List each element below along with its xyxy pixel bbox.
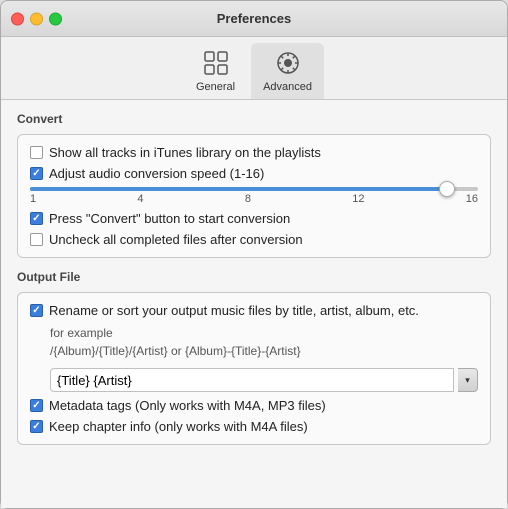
show-tracks-checkbox[interactable] xyxy=(30,146,43,159)
rename-sort-checkbox[interactable] xyxy=(30,304,43,317)
output-section-title: Output File xyxy=(17,270,491,286)
traffic-lights xyxy=(11,12,62,25)
maximize-button[interactable] xyxy=(49,12,62,25)
general-tab-label: General xyxy=(196,81,235,93)
convert-section-title: Convert xyxy=(17,112,491,128)
rename-sort-label: Rename or sort your output music files b… xyxy=(49,303,419,318)
chapter-info-label: Keep chapter info (only works with M4A f… xyxy=(49,419,308,434)
convert-section: Convert Show all tracks in iTunes librar… xyxy=(17,112,491,258)
chapter-info-row: Keep chapter info (only works with M4A f… xyxy=(30,419,478,434)
adjust-speed-row: Adjust audio conversion speed (1-16) xyxy=(30,166,478,181)
press-convert-checkbox[interactable] xyxy=(30,212,43,225)
adjust-speed-label: Adjust audio conversion speed (1-16) xyxy=(49,166,264,181)
speed-slider-section: 1 4 8 12 16 xyxy=(30,187,478,205)
template-input[interactable] xyxy=(50,368,454,392)
example-template-text: /{Album}/{Title}/{Artist} or {Album}-{Ti… xyxy=(50,344,301,358)
example-label: for example /{Album}/{Title}/{Artist} or… xyxy=(50,324,478,360)
metadata-checkbox[interactable] xyxy=(30,399,43,412)
advanced-icon xyxy=(272,47,304,79)
chapter-info-checkbox[interactable] xyxy=(30,420,43,433)
uncheck-completed-checkbox[interactable] xyxy=(30,233,43,246)
metadata-label: Metadata tags (Only works with M4A, MP3 … xyxy=(49,398,326,413)
template-dropdown-button[interactable]: ▾ xyxy=(458,368,478,392)
slider-label-16: 16 xyxy=(466,193,478,205)
press-convert-label: Press "Convert" button to start conversi… xyxy=(49,211,290,226)
press-convert-row: Press "Convert" button to start conversi… xyxy=(30,211,478,226)
uncheck-completed-row: Uncheck all completed files after conver… xyxy=(30,232,478,247)
dropdown-arrow-icon: ▾ xyxy=(465,375,470,386)
slider-thumb[interactable] xyxy=(439,181,455,197)
window-title: Preferences xyxy=(217,11,291,26)
slider-label-1: 1 xyxy=(30,193,36,205)
template-input-row: ▾ xyxy=(50,368,478,392)
slider-label-8: 8 xyxy=(245,193,251,205)
main-content: Convert Show all tracks in iTunes librar… xyxy=(1,100,507,508)
titlebar: Preferences xyxy=(1,1,507,37)
slider-track[interactable] xyxy=(30,187,478,191)
advanced-tab-label: Advanced xyxy=(263,81,312,93)
preferences-window: Preferences General xyxy=(0,0,508,509)
close-button[interactable] xyxy=(11,12,24,25)
metadata-row: Metadata tags (Only works with M4A, MP3 … xyxy=(30,398,478,413)
output-section-box: Rename or sort your output music files b… xyxy=(17,292,491,445)
slider-label-12: 12 xyxy=(352,193,364,205)
minimize-button[interactable] xyxy=(30,12,43,25)
slider-labels: 1 4 8 12 16 xyxy=(30,193,478,205)
rename-sort-row: Rename or sort your output music files b… xyxy=(30,303,478,318)
slider-fill xyxy=(30,187,447,191)
slider-label-4: 4 xyxy=(137,193,143,205)
output-section: Output File Rename or sort your output m… xyxy=(17,270,491,445)
show-tracks-row: Show all tracks in iTunes library on the… xyxy=(30,145,478,160)
adjust-speed-checkbox[interactable] xyxy=(30,167,43,180)
for-example-text: for example xyxy=(50,326,113,340)
advanced-tab-button[interactable]: Advanced xyxy=(251,43,324,99)
show-tracks-label: Show all tracks in iTunes library on the… xyxy=(49,145,321,160)
general-icon xyxy=(200,47,232,79)
toolbar: General Advanced xyxy=(1,37,507,100)
general-tab-button[interactable]: General xyxy=(184,43,247,99)
uncheck-completed-label: Uncheck all completed files after conver… xyxy=(49,232,303,247)
convert-section-box: Show all tracks in iTunes library on the… xyxy=(17,134,491,258)
